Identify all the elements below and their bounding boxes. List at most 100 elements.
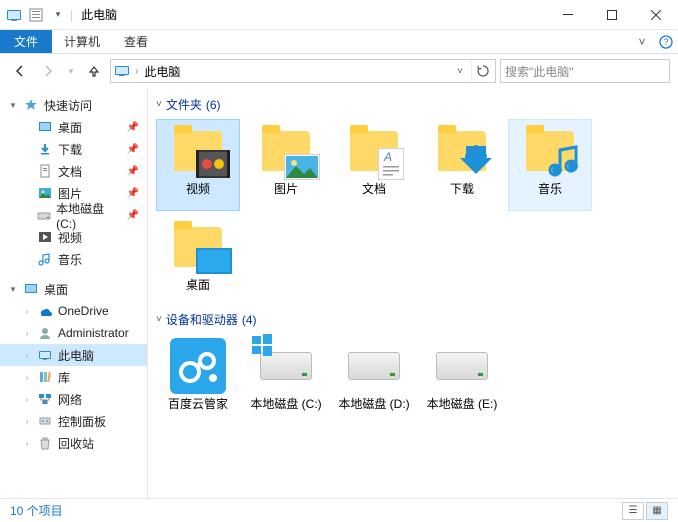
sidebar-item-lib[interactable]: ›库: [0, 366, 147, 388]
sidebar-item-quick-access[interactable]: ▾ 快速访问: [0, 94, 147, 116]
drive-icon: [35, 206, 52, 224]
item-label: 下载: [450, 180, 474, 197]
item-baidu[interactable]: 百度云管家: [156, 334, 240, 426]
pin-icon: 📌: [127, 210, 139, 221]
item-sysdrive[interactable]: 本地磁盘 (C:): [244, 334, 328, 426]
sidebar-item-label: OneDrive: [58, 304, 109, 318]
download-icon: [36, 140, 54, 158]
sidebar-item-label: 下载: [58, 141, 82, 158]
item-label: 文档: [362, 180, 386, 197]
sidebar-item-onedrive[interactable]: › OneDrive: [0, 300, 147, 322]
tab-computer[interactable]: 计算机: [52, 30, 112, 53]
pin-icon: 📌: [127, 144, 139, 155]
sidebar-item-label: 桌面: [58, 119, 82, 136]
net-icon: [36, 390, 54, 408]
chevron-right-icon[interactable]: ›: [22, 395, 32, 404]
status-bar: 10 个项目 ☰ ▦: [0, 498, 678, 522]
tab-file[interactable]: 文件: [0, 30, 52, 53]
pic-icon: [36, 184, 54, 202]
item-video[interactable]: 视频: [156, 119, 240, 211]
chevron-down-icon[interactable]: ▾: [8, 284, 18, 295]
item-desktop[interactable]: 桌面: [156, 215, 240, 307]
svg-text:A: A: [383, 150, 392, 164]
item-doc[interactable]: A 文档: [332, 119, 416, 211]
group-header-folders[interactable]: ˅ 文件夹 (6): [156, 96, 670, 113]
content-pane: ˅ 文件夹 (6) 视频图片 A 文档 下载 音乐桌面 ˅ 设备和驱动器 (4) 百度云…: [148, 88, 678, 498]
tab-view[interactable]: 查看: [112, 30, 160, 53]
sidebar-item-doc[interactable]: 文档 📌: [0, 160, 147, 182]
search-input[interactable]: 搜索"此电脑": [500, 59, 670, 83]
sidebar-item-bin[interactable]: ›回收站: [0, 432, 147, 454]
desktop-icon: [22, 280, 40, 298]
ribbon-expand-button[interactable]: ˅: [630, 30, 654, 53]
refresh-button[interactable]: [471, 60, 493, 82]
up-button[interactable]: [82, 59, 106, 83]
item-label: 本地磁盘 (C:): [250, 395, 321, 412]
chevron-down-icon[interactable]: ▾: [8, 100, 18, 111]
maximize-button[interactable]: [590, 0, 634, 29]
chevron-right-icon[interactable]: ›: [22, 329, 32, 338]
item-drive[interactable]: 本地磁盘 (D:): [332, 334, 416, 426]
chevron-down-icon[interactable]: ˅: [156, 314, 162, 325]
pin-icon: 📌: [127, 166, 139, 177]
help-button[interactable]: ?: [654, 30, 678, 53]
chevron-right-icon[interactable]: ›: [22, 307, 32, 316]
chevron-right-icon[interactable]: ›: [22, 439, 32, 448]
minimize-button[interactable]: [546, 0, 590, 29]
forward-button[interactable]: [36, 59, 60, 83]
cpl-icon: [36, 412, 54, 430]
sidebar-item-net[interactable]: ›网络: [0, 388, 147, 410]
music-icon: [36, 250, 54, 268]
doc-icon: [36, 162, 54, 180]
item-label: 桌面: [186, 276, 210, 293]
address-bar[interactable]: › 此电脑 ˅: [110, 59, 496, 83]
chevron-right-icon[interactable]: ›: [22, 373, 32, 382]
breadcrumb[interactable]: 此电脑: [142, 63, 182, 80]
sidebar-item-desktop[interactable]: 桌面📌: [0, 116, 147, 138]
ribbon-tabs: 文件 计算机 查看 ˅ ?: [0, 30, 678, 54]
chevron-right-icon[interactable]: ›: [22, 417, 32, 426]
sidebar-item-cpl[interactable]: › 控制面板: [0, 410, 147, 432]
sidebar-item-label: 此电脑: [58, 347, 94, 364]
chevron-down-icon[interactable]: ˅: [156, 99, 162, 110]
qat-dropdown-icon[interactable]: ▾: [48, 5, 68, 25]
item-label: 音乐: [538, 180, 562, 197]
sidebar-item-label: 本地磁盘 (C:): [56, 200, 122, 231]
back-button[interactable]: [8, 59, 32, 83]
sidebar-item-download[interactable]: 下载 📌: [0, 138, 147, 160]
close-button[interactable]: [634, 0, 678, 29]
star-icon: [22, 96, 40, 114]
lib-icon: [36, 368, 54, 386]
sidebar-item-desktop-root[interactable]: ▾ 桌面: [0, 278, 147, 300]
desktop-icon: [36, 118, 54, 136]
sidebar-item-label: 文档: [58, 163, 82, 180]
item-label: 本地磁盘 (E:): [427, 395, 498, 412]
sidebar-item-drive[interactable]: 本地磁盘 (C:)📌: [0, 204, 147, 226]
item-label: 图片: [274, 180, 298, 197]
item-drive[interactable]: 本地磁盘 (E:): [420, 334, 504, 426]
view-icons-button[interactable]: ▦: [646, 502, 668, 520]
sidebar-item-video[interactable]: 视频: [0, 226, 147, 248]
recent-dropdown[interactable]: ▾: [64, 59, 78, 83]
item-download[interactable]: 下载: [420, 119, 504, 211]
user-icon: [36, 324, 54, 342]
search-placeholder: 搜索"此电脑": [505, 63, 574, 80]
chevron-right-icon[interactable]: ›: [22, 351, 32, 360]
window-title: 此电脑: [81, 6, 117, 23]
item-label: 本地磁盘 (D:): [338, 395, 409, 412]
sidebar-item-pc[interactable]: › 此电脑: [0, 344, 147, 366]
qat-properties-icon[interactable]: [26, 5, 46, 25]
address-dropdown-icon[interactable]: ˅: [453, 66, 467, 77]
item-music[interactable]: 音乐: [508, 119, 592, 211]
window-icon: [4, 5, 24, 25]
titlebar: ▾ | 此电脑: [0, 0, 678, 30]
breadcrumb-separator-icon[interactable]: ›: [135, 66, 138, 77]
sidebar-item-label: 音乐: [58, 251, 82, 268]
sidebar-item-user[interactable]: ›Administrator: [0, 322, 147, 344]
sidebar-item-music[interactable]: 音乐: [0, 248, 147, 270]
item-label: 百度云管家: [168, 395, 228, 412]
group-header-drives[interactable]: ˅ 设备和驱动器 (4): [156, 311, 670, 328]
item-pic[interactable]: 图片: [244, 119, 328, 211]
view-details-button[interactable]: ☰: [622, 502, 644, 520]
sidebar-item-label: 控制面板: [58, 413, 106, 430]
